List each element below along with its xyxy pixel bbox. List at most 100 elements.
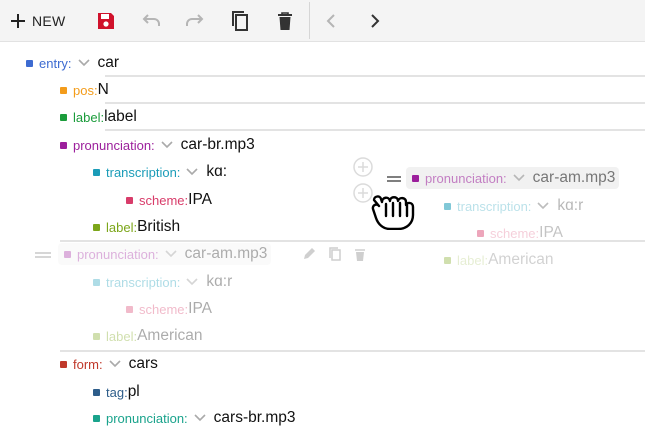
delete-icon	[278, 11, 292, 30]
node-key: entry:	[39, 55, 72, 71]
tree-node-tag[interactable]: tag: pl	[93, 380, 140, 404]
node-value[interactable]: cars	[129, 355, 158, 373]
scheme-dot	[126, 305, 133, 313]
node-actions	[302, 243, 366, 265]
delete-icon[interactable]	[354, 247, 366, 262]
node-key: pronunciation:	[77, 246, 159, 262]
chevron-down-icon[interactable]	[186, 168, 198, 176]
transcription-dot	[93, 168, 100, 176]
node-value[interactable]: car-br.mp3	[181, 136, 255, 154]
chevron-down-icon[interactable]	[186, 278, 198, 286]
node-value: car-am.mp3	[532, 169, 616, 186]
node-value[interactable]: car-am.mp3	[185, 245, 268, 263]
redo-icon	[186, 13, 204, 26]
toolbar-separator	[309, 2, 310, 39]
node-value[interactable]: pl	[128, 383, 140, 401]
tree-node-pos[interactable]: pos: N	[60, 78, 109, 102]
node-key: pronunciation:	[73, 137, 155, 153]
edit-icon[interactable]	[302, 247, 316, 261]
ghost-node-transcription: transcription: kɑ:r	[444, 194, 583, 218]
tree-node-label[interactable]: label: American	[93, 324, 203, 348]
value-underline	[105, 129, 645, 131]
node-value[interactable]: car	[98, 54, 120, 72]
node-value[interactable]: label	[104, 108, 137, 126]
tree-node-label[interactable]: label: British	[93, 215, 180, 239]
new-button-label: NEW	[32, 12, 66, 29]
node-key: transcription:	[106, 164, 181, 180]
node-key: form:	[73, 356, 103, 372]
node-value[interactable]: kɑ:r	[206, 273, 232, 291]
tree-node-label[interactable]: label: label	[60, 105, 137, 129]
save-button[interactable]	[92, 0, 120, 41]
ghost-node-pronunciation: pronunciation: car-am.mp3	[406, 167, 620, 189]
save-icon	[98, 12, 114, 29]
node-key: scheme:	[139, 192, 189, 208]
chevron-down-icon[interactable]	[161, 141, 173, 149]
duplicate-icon[interactable]	[328, 246, 342, 262]
node-value[interactable]: cars-br.mp3	[214, 409, 296, 427]
tree-node-pronunciation[interactable]: pronunciation: car-br.mp3	[60, 133, 255, 157]
node-key: tag:	[106, 384, 128, 400]
scheme-dot	[126, 196, 133, 204]
drag-handle-icon[interactable]	[34, 250, 52, 260]
node-value[interactable]: kɑ:	[206, 163, 227, 181]
pos-dot	[60, 86, 67, 94]
value-underline	[105, 75, 645, 77]
chevron-down-icon[interactable]	[77, 59, 90, 67]
ghost-node-label: label: American	[444, 248, 554, 272]
drag-ghost: pronunciation: car-am.mp3 transcription:…	[387, 166, 636, 276]
node-key: pronunciation:	[106, 410, 188, 426]
node-value[interactable]: American	[137, 327, 202, 345]
node-value[interactable]: British	[137, 218, 180, 236]
transcription-dot	[93, 278, 100, 286]
duplicate-icon	[232, 10, 248, 31]
node-key: label:	[106, 328, 138, 344]
label-dot	[444, 256, 451, 264]
value-underline	[105, 102, 645, 104]
node-key: scheme:	[139, 301, 189, 317]
chevron-down-icon[interactable]	[165, 250, 177, 258]
label-dot	[93, 223, 100, 231]
node-key: transcription:	[457, 198, 532, 214]
duplicate-button[interactable]	[226, 0, 254, 41]
transcription-dot	[444, 202, 451, 210]
node-value[interactable]: IPA	[188, 300, 212, 318]
node-value[interactable]: IPA	[188, 191, 212, 209]
undo-button[interactable]	[136, 0, 166, 41]
chevron-down-icon[interactable]	[109, 360, 121, 368]
node-key: transcription:	[106, 274, 181, 290]
label-dot	[60, 113, 67, 121]
tree-node-pronunciation[interactable]: pronunciation: cars-br.mp3	[93, 406, 296, 430]
chevron-down-icon	[537, 202, 549, 210]
tree-node-scheme[interactable]: scheme: IPA	[126, 188, 212, 212]
node-key: pos:	[73, 82, 98, 98]
tree-node-scheme[interactable]: scheme: IPA	[126, 297, 212, 321]
tree-node-pronunciation[interactable]: pronunciation: car-am.mp3	[58, 243, 272, 265]
forward-icon	[371, 13, 380, 28]
chevron-down-icon[interactable]	[194, 414, 206, 422]
node-value[interactable]: N	[98, 81, 109, 99]
pronunciation-dot	[93, 414, 100, 422]
new-button[interactable]: NEW	[6, 0, 80, 41]
delete-button[interactable]	[272, 0, 298, 41]
node-value: IPA	[539, 224, 563, 241]
add-circle-icon[interactable]	[352, 156, 374, 178]
chevron-down-icon	[513, 174, 525, 182]
node-key: scheme:	[490, 225, 540, 241]
back-button[interactable]	[318, 0, 344, 41]
ghost-node-scheme: scheme: IPA	[477, 221, 563, 245]
node-key: pronunciation:	[425, 170, 507, 186]
form-dot	[60, 360, 67, 368]
node-key: label:	[73, 109, 105, 125]
redo-button[interactable]	[180, 0, 210, 41]
add-icon	[11, 13, 25, 28]
forward-button[interactable]	[362, 0, 388, 41]
tree-node-entry[interactable]: entry: car	[26, 51, 119, 75]
tree-node-transcription[interactable]: transcription: kɑ:r	[93, 270, 232, 294]
pronunciation-dot	[60, 141, 67, 149]
grab-cursor-icon	[371, 195, 415, 230]
tree-node-transcription[interactable]: transcription: kɑ:	[93, 160, 227, 184]
toolbar: NEW	[0, 0, 645, 42]
tree-node-form[interactable]: form: cars	[60, 352, 158, 376]
undo-icon	[142, 13, 160, 26]
